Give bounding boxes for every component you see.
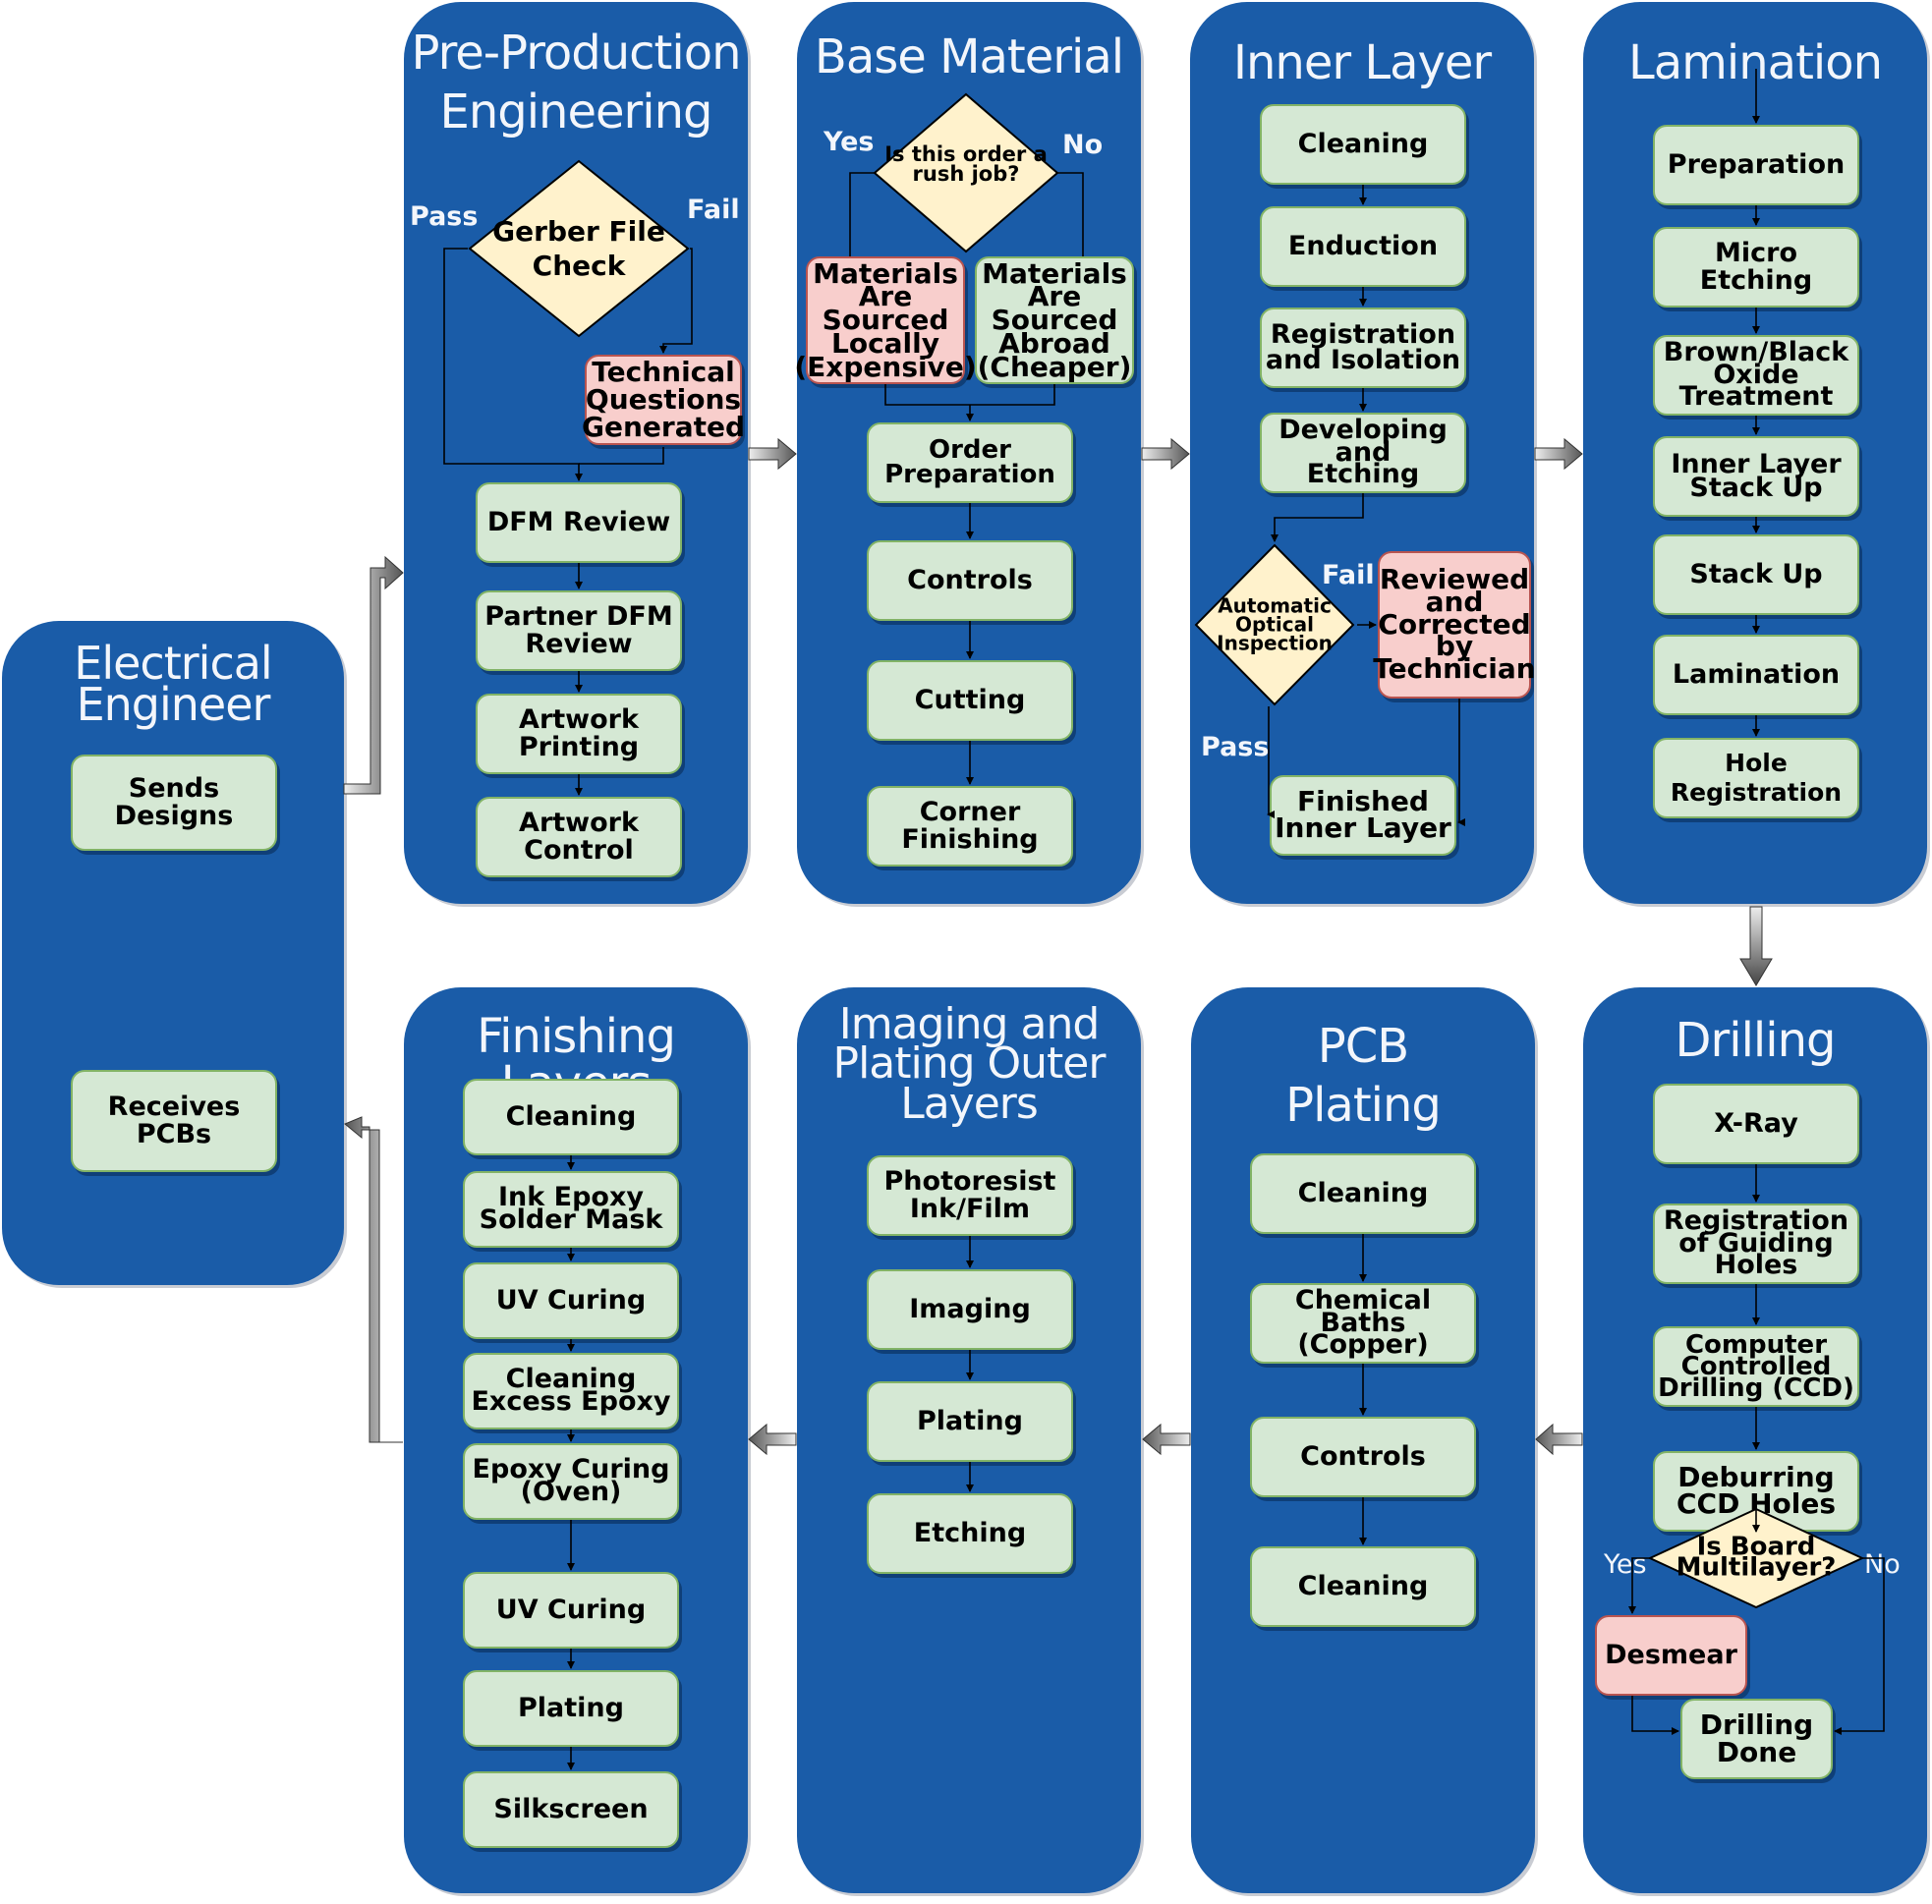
lane-title: Inner Layer [1232,35,1492,90]
drill-step-2[interactable]: Registration of Guiding Holes [1653,1204,1859,1284]
inner-step-2[interactable]: Enduction [1260,206,1466,287]
arrow-finishing-to-ee [344,1116,403,1443]
finish-step-6[interactable]: UV Curing [463,1572,679,1649]
lam-step-2[interactable]: Micro Etching [1653,227,1859,308]
imaging-step-3[interactable]: Plating [867,1381,1073,1462]
decision-label: Is this order a rush job? [884,141,1048,186]
base-step-4[interactable]: Corner Finishing [867,786,1073,867]
finish-step-3[interactable]: UV Curing [463,1262,679,1339]
plating-step-3[interactable]: Controls [1250,1417,1476,1497]
no-label: No [1864,1549,1901,1580]
lam-step-7[interactable]: Hole Registration [1653,738,1859,818]
step-sends-designs[interactable]: Sends Designs [71,755,277,851]
decision-label: Automatic Optical Inspection [1217,593,1333,655]
step-reviewed-corrected[interactable]: Reviewed and Corrected by Technician [1373,551,1536,699]
pre-step-3[interactable]: Artwork Printing [476,694,682,774]
plating-step-1[interactable]: Cleaning [1250,1153,1476,1234]
arrow-drilling-to-plating [1535,1423,1583,1456]
finish-step-2[interactable]: Ink Epoxy Solder Mask [463,1171,679,1248]
arrow-lamination-to-drilling [1739,906,1773,986]
inner-step-3[interactable]: Registration and Isolation [1260,308,1466,388]
finish-step-1[interactable]: Cleaning [463,1079,679,1155]
decision-multilayer[interactable]: Is Board Multilayer? [1647,1507,1865,1609]
lam-step-6[interactable]: Lamination [1653,635,1859,715]
pass-label: Pass [1201,732,1270,762]
fail-label: Fail [687,195,740,225]
finish-step-8[interactable]: Silkscreen [463,1771,679,1848]
step-desmear[interactable]: Desmear [1595,1615,1747,1696]
plating-step-2[interactable]: Chemical Baths (Copper) [1250,1283,1476,1364]
drill-step-1[interactable]: X-Ray [1653,1084,1859,1164]
plating-step-4[interactable]: Cleaning [1250,1546,1476,1627]
step-technical-questions[interactable]: Technical Questions Generated [582,355,745,445]
base-step-1[interactable]: Order Preparation [867,422,1073,503]
pre-step-4[interactable]: Artwork Control [476,797,682,877]
yes-label: Yes [824,127,875,157]
decision-label: Gerber File Check [492,215,665,282]
pre-step-1[interactable]: DFM Review [476,482,682,563]
lane-title: Pre-Production Engineering [411,26,741,140]
arrow-imaging-to-finishing [748,1423,797,1456]
step-sourced-abroad[interactable]: Materials Are Sourced Abroad (Cheaper) [975,256,1134,384]
lane-title: Drilling [1675,1013,1837,1068]
finish-step-5[interactable]: Epoxy Curing (Oven) [463,1443,679,1520]
arrow-ee-to-preproduction [343,555,404,795]
drill-step-3[interactable]: Computer Controlled Drilling (CCD) [1653,1326,1859,1407]
decision-rush-job[interactable]: Is this order a rush job? [873,92,1059,253]
finish-step-7[interactable]: Plating [463,1670,679,1747]
lane-title: Electrical Engineer [74,637,272,732]
decision-gerber-file-check[interactable]: Gerber File Check [468,159,690,338]
fail-label: Fail [1322,560,1375,590]
inner-step-1[interactable]: Cleaning [1260,104,1466,185]
lam-step-4[interactable]: Inner Layer Stack Up [1653,436,1859,517]
decision-label: Is Board Multilayer? [1676,1532,1837,1583]
imaging-step-4[interactable]: Etching [867,1493,1073,1574]
lane-title: Lamination [1627,35,1883,90]
lane-title: Base Material [814,29,1124,84]
imaging-step-1[interactable]: Photoresist Ink/Film [867,1155,1073,1236]
step-drilling-done[interactable]: Drilling Done [1680,1699,1833,1779]
arrow-inner-to-lamination [1534,437,1583,471]
finish-step-4[interactable]: Cleaning Excess Epoxy [463,1353,679,1429]
arrow-preproduction-to-base [748,437,797,471]
lam-step-1[interactable]: Preparation [1653,125,1859,205]
base-step-3[interactable]: Cutting [867,660,1073,741]
pre-step-2[interactable]: Partner DFM Review [476,590,682,671]
inner-step-4[interactable]: Developing and Etching [1260,413,1466,493]
no-label: No [1062,130,1104,160]
yes-label: Yes [1604,1549,1647,1580]
lane-title: Imaging and Plating Outer Layers [832,999,1107,1129]
lam-step-3[interactable]: Brown/Black Oxide Treatment [1653,335,1859,416]
lam-step-5[interactable]: Stack Up [1653,534,1859,615]
arrow-plating-to-imaging [1142,1423,1191,1456]
step-sourced-locally[interactable]: Materials Are Sourced Locally (Expensive… [794,256,977,384]
arrow-base-to-inner [1141,437,1190,471]
lane-title: PCB Plating [1285,1019,1442,1133]
lane-electrical-engineer: Electrical Engineer [2,621,344,1285]
step-finished-inner-layer[interactable]: Finished Inner Layer [1270,775,1456,856]
step-receives-pcbs[interactable]: Receives PCBs [71,1070,277,1172]
base-step-2[interactable]: Controls [867,540,1073,621]
imaging-step-2[interactable]: Imaging [867,1269,1073,1350]
